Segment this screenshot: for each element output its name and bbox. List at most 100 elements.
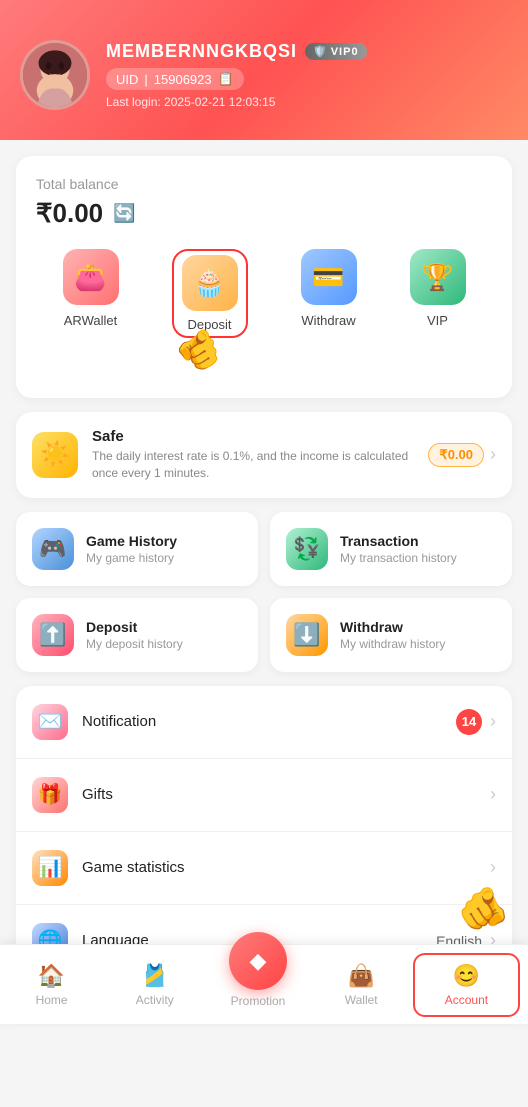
transaction-text: Transaction My transaction history — [340, 533, 457, 565]
balance-amount: ₹0.00 🔄 — [36, 198, 492, 229]
safe-title: Safe — [92, 428, 414, 445]
deposit-h-icon: ⬆️ — [39, 622, 66, 648]
deposit-hand-pointer: 🫵 — [171, 323, 228, 378]
game-icon: 🎮 — [39, 536, 66, 562]
safe-icon: ☀️ — [40, 440, 70, 469]
transaction-title: Transaction — [340, 533, 457, 549]
deposit-icon: 🧁 — [193, 268, 225, 299]
home-label: Home — [36, 993, 68, 1007]
history-grid: 🎮 Game History My game history 💱 Transac… — [16, 512, 512, 672]
notification-right: 14 › — [456, 709, 496, 735]
nav-wallet[interactable]: 👜 Wallet — [310, 955, 413, 1015]
header: MEMBERNNGKBQSI 🛡️ VIP0 UID | 15906923 📋 … — [0, 0, 528, 140]
wallet-label: Wallet — [345, 993, 378, 1007]
transaction-item[interactable]: 💱 Transaction My transaction history — [270, 512, 512, 586]
action-withdraw[interactable]: 💳 Withdraw — [301, 249, 357, 338]
safe-chevron-icon: › — [490, 444, 496, 465]
safe-card[interactable]: ☀️ Safe The daily interest rate is 0.1%,… — [16, 412, 512, 498]
wallet-icon: 👜 — [348, 963, 375, 989]
bottom-nav: 🏠 Home 🎽 Activity ◆ Promotion 👜 Wallet 😊… — [0, 944, 528, 1024]
gifts-menu-item[interactable]: 🎁 Gifts › — [16, 759, 512, 832]
deposit-history-text: Deposit My deposit history — [86, 619, 183, 651]
safe-description: The daily interest rate is 0.1%, and the… — [92, 448, 414, 482]
safe-info: Safe The daily interest rate is 0.1%, an… — [92, 428, 414, 482]
promotion-circle-icon: ◆ — [250, 948, 267, 974]
gifts-chevron-icon: › — [490, 784, 496, 805]
account-icon: 😊 — [453, 963, 480, 989]
notification-label: Notification — [82, 713, 442, 730]
vip-action-icon: 🏆 — [421, 262, 453, 293]
gifts-right: › — [490, 784, 496, 805]
promotion-label: Promotion — [231, 994, 286, 1008]
deposit-history-subtitle: My deposit history — [86, 637, 183, 651]
notification-chevron-icon: › — [490, 711, 496, 732]
safe-icon-wrap: ☀️ — [32, 432, 78, 478]
nav-account[interactable]: 😊 Account — [413, 953, 520, 1017]
safe-right: ₹0.00 › — [428, 443, 496, 467]
uid-badge: UID | 15906923 📋 — [106, 68, 244, 90]
withdraw-h-icon: ⬇️ — [293, 622, 320, 648]
nav-promotion[interactable]: ◆ Promotion — [206, 924, 309, 1016]
home-icon: 🏠 — [38, 963, 65, 989]
game-history-icon: 🎮 — [32, 528, 74, 570]
activity-label: Activity — [136, 993, 174, 1007]
uid-divider: | — [144, 72, 147, 87]
vip-icon-wrap: 🏆 — [410, 249, 466, 305]
deposit-history-item[interactable]: ⬆️ Deposit My deposit history — [16, 598, 258, 672]
game-stats-chevron-icon: › — [490, 857, 496, 878]
last-login: Last login: 2025-02-21 12:03:15 — [106, 95, 367, 109]
avatar — [20, 40, 90, 110]
quick-actions: 👛 ARWallet 🧁 Deposit 💳 Withdraw — [36, 249, 492, 338]
nav-activity[interactable]: 🎽 Activity — [103, 955, 206, 1015]
vip-badge: 🛡️ VIP0 — [305, 43, 367, 60]
deposit-history-icon: ⬆️ — [32, 614, 74, 656]
game-history-item[interactable]: 🎮 Game History My game history — [16, 512, 258, 586]
game-history-subtitle: My game history — [86, 551, 177, 565]
avatar-image — [23, 43, 87, 107]
notification-badge: 14 — [456, 709, 482, 735]
arwallet-label: ARWallet — [64, 313, 117, 328]
promotion-circle: ◆ — [229, 932, 287, 990]
username: MEMBERNNGKBQSI 🛡️ VIP0 — [106, 41, 367, 62]
deposit-history-title: Deposit — [86, 619, 183, 635]
withdraw-icon: 💳 — [312, 262, 344, 293]
account-label: Account — [445, 993, 488, 1007]
transaction-subtitle: My transaction history — [340, 551, 457, 565]
hand-pointer-area: 🫵 — [36, 328, 492, 378]
game-stats-menu-item[interactable]: 📊 Game statistics › — [16, 832, 512, 905]
user-info: MEMBERNNGKBQSI 🛡️ VIP0 UID | 15906923 📋 … — [106, 41, 367, 109]
uid-row: UID | 15906923 📋 — [106, 68, 367, 90]
action-arwallet[interactable]: 👛 ARWallet — [63, 249, 119, 338]
withdraw-history-icon: ⬇️ — [286, 614, 328, 656]
withdraw-icon-wrap: 💳 — [301, 249, 357, 305]
notification-menu-item[interactable]: ✉️ Notification 14 › — [16, 686, 512, 759]
action-vip[interactable]: 🏆 VIP — [410, 249, 466, 338]
gifts-label: Gifts — [82, 786, 476, 803]
withdraw-history-subtitle: My withdraw history — [340, 637, 445, 651]
game-history-title: Game History — [86, 533, 177, 549]
withdraw-label: Withdraw — [301, 313, 355, 328]
gifts-menu-icon: 🎁 — [32, 777, 68, 813]
deposit-icon-wrap: 🧁 — [182, 255, 238, 311]
vip-icon: 🛡️ — [313, 45, 328, 58]
transaction-icon: 💱 — [286, 528, 328, 570]
game-stats-menu-icon: 📊 — [32, 850, 68, 886]
copy-icon[interactable]: 📋 — [218, 71, 234, 87]
arwallet-icon-wrap: 👛 — [63, 249, 119, 305]
game-stats-label: Game statistics — [82, 859, 476, 876]
game-stats-right: › — [490, 857, 496, 878]
arwallet-icon: 👛 — [74, 262, 106, 293]
refresh-icon[interactable]: 🔄 — [113, 203, 135, 224]
transaction-icon-symbol: 💱 — [293, 536, 320, 562]
withdraw-history-title: Withdraw — [340, 619, 445, 635]
balance-label: Total balance — [36, 176, 492, 192]
vip-label: VIP — [427, 313, 448, 328]
balance-card: Total balance ₹0.00 🔄 👛 ARWallet 🧁 Depos… — [16, 156, 512, 398]
withdraw-history-text: Withdraw My withdraw history — [340, 619, 445, 651]
nav-home[interactable]: 🏠 Home — [0, 955, 103, 1015]
notification-menu-icon: ✉️ — [32, 704, 68, 740]
activity-icon: 🎽 — [141, 963, 168, 989]
withdraw-history-item[interactable]: ⬇️ Withdraw My withdraw history — [270, 598, 512, 672]
safe-amount: ₹0.00 — [428, 443, 484, 467]
game-history-text: Game History My game history — [86, 533, 177, 565]
